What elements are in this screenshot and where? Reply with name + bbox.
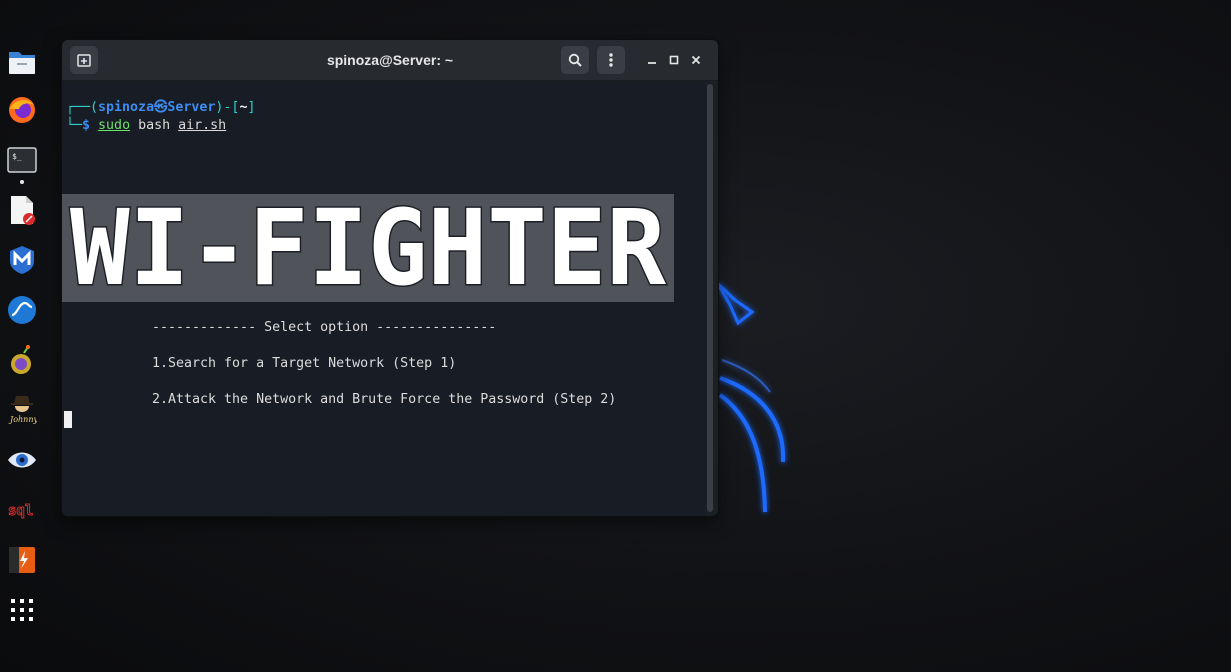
menu-option-2[interactable]: 2.Attack the Network and Brute Force the… <box>152 391 616 409</box>
close-button[interactable] <box>688 52 704 68</box>
maximize-icon <box>669 55 679 65</box>
banner-text: WI-FIGHTER <box>70 194 666 302</box>
ascii-banner: WI-FIGHTER <box>62 194 674 302</box>
text-cursor <box>64 411 72 428</box>
app-grid-icon[interactable] <box>6 594 38 626</box>
menu-header: ------------- Select option ------------… <box>152 320 497 335</box>
prompt-line: ┌──(spinoza㉿Server)-[~] <box>66 99 255 117</box>
command-bash: bash <box>138 118 171 133</box>
prompt-dollar: $ <box>82 118 91 133</box>
prompt-line2-prefix: └─ <box>66 118 83 133</box>
search-button[interactable] <box>561 46 589 74</box>
title-bar[interactable]: spinoza@Server: ~ <box>62 40 718 81</box>
minimize-icon <box>648 62 656 64</box>
wireshark-icon[interactable] <box>6 294 38 326</box>
scrollbar[interactable] <box>707 84 713 512</box>
prompt-open: ┌──( <box>66 100 99 115</box>
metasploit-icon[interactable] <box>6 244 38 276</box>
maximize-button[interactable] <box>666 52 682 68</box>
command-line: └─$ sudo bash air.sh <box>66 117 226 135</box>
bomb-icon[interactable] <box>6 344 38 376</box>
prompt-host: Server <box>167 100 216 115</box>
eye-icon[interactable] <box>6 444 38 476</box>
johnny-icon[interactable]: Johnny <box>6 392 38 424</box>
svg-text:sql: sql <box>8 503 33 519</box>
command-file: air.sh <box>178 118 227 133</box>
prompt-dir-open: )-[ <box>215 100 240 115</box>
menu-option-1[interactable]: 1.Search for a Target Network (Step 1) <box>152 355 456 373</box>
prompt-dir-close: ] <box>247 100 256 115</box>
burpsuite-icon[interactable] <box>6 544 38 576</box>
running-indicator <box>20 180 24 184</box>
dock: $_ Johnny sql <box>0 40 44 660</box>
search-icon <box>568 53 582 67</box>
firefox-icon[interactable] <box>6 94 38 126</box>
text-editor-icon[interactable] <box>6 194 38 226</box>
svg-text:Johnny: Johnny <box>8 415 37 424</box>
sqlmap-icon[interactable]: sql <box>6 494 38 526</box>
minimize-button[interactable] <box>644 52 660 68</box>
menu-button[interactable] <box>597 46 625 74</box>
prompt-user: spinoza <box>98 100 155 115</box>
terminal-window[interactable]: spinoza@Server: ~ ┌──(spinoza㉿Server)-[~… <box>62 40 718 516</box>
files-icon[interactable] <box>6 46 38 78</box>
command-sudo: sudo <box>98 118 131 133</box>
terminal-icon[interactable]: $_ <box>6 144 38 176</box>
kebab-menu-icon <box>609 53 613 67</box>
terminal-content[interactable]: ┌──(spinoza㉿Server)-[~] └─$ sudo bash ai… <box>62 81 706 516</box>
svg-text:$_: $_ <box>12 152 22 161</box>
prompt-separator: ㉿ <box>154 100 168 115</box>
close-icon <box>691 55 701 65</box>
